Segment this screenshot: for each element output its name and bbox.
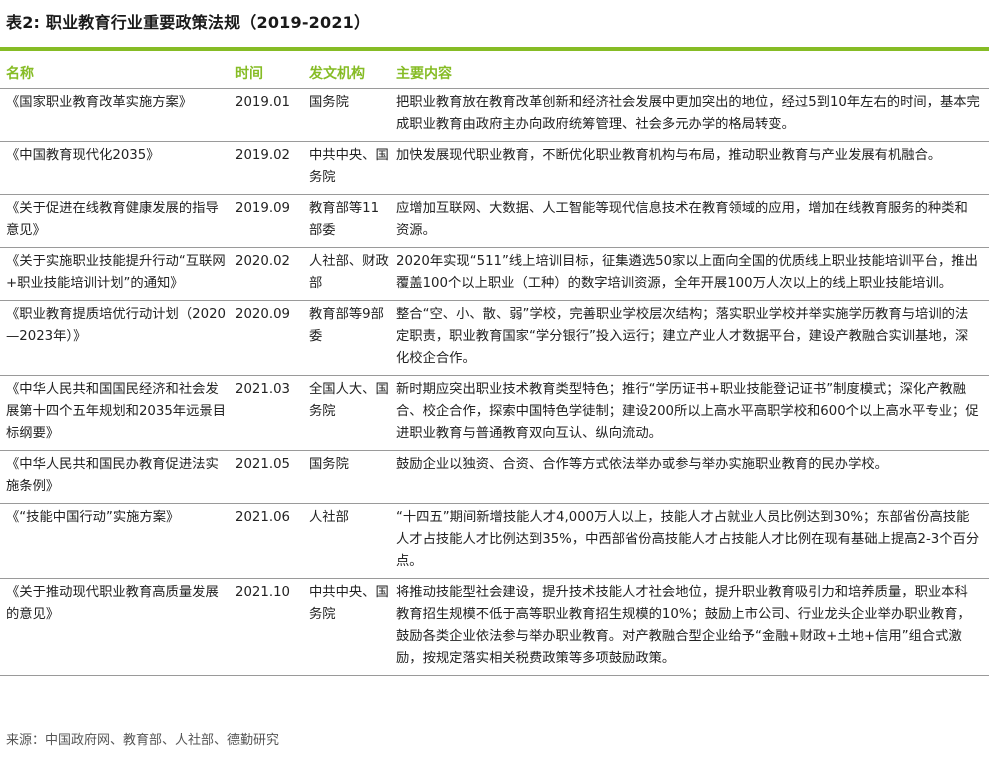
policy-time: 2021.10 [232, 578, 303, 676]
policy-content: 将推动技能型社会建设，提升技术技能人才社会地位，提升职业教育吸引力和培养质量，职… [390, 578, 989, 676]
table-row: 《中华人民共和国民办教育促进法实施条例》 2021.05 国务院 鼓励企业以独资… [0, 450, 989, 504]
policy-time: 2021.06 [232, 503, 303, 579]
policy-time: 2021.03 [232, 375, 303, 451]
table-row: 《国家职业教育改革实施方案》 2019.01 国务院 把职业教育放在教育改革创新… [0, 88, 989, 142]
policy-time: 2020.09 [232, 300, 303, 376]
table-title: 表2: 职业教育行业重要政策法规（2019-2021） [6, 13, 371, 32]
policy-content: 加快发展现代职业教育，不断优化职业教育机构与布局，推动职业教育与产业发展有机融合… [390, 141, 989, 195]
policy-agency: 教育部等11 部委 [303, 194, 390, 248]
policy-agency: 中共中央、国务院 [303, 578, 390, 676]
header-row: 名称 时间 发文机构 主要内容 [0, 58, 989, 89]
policy-agency: 国务院 [303, 450, 390, 504]
source-note: 来源：中国政府网、教育部、人社部、德勤研究 [6, 733, 280, 748]
table-row: 《中国教育现代化2035》 2019.02 中共中央、国务院 加快发展现代职业教… [0, 141, 989, 195]
policy-agency: 人社部 [303, 503, 390, 579]
accent-rule [0, 47, 989, 51]
policy-content: 整合“空、小、散、弱”学校，完善职业学校层次结构；落实职业学校并举实施学历教育与… [390, 300, 989, 376]
policy-time: 2020.02 [232, 247, 303, 301]
policy-agency: 全国人大、国务院 [303, 375, 390, 451]
policy-name: 《中华人民共和国国民经济和社会发展第十四个五年规划和2035年远景目标纲要》 [0, 375, 232, 451]
policy-name: 《关于促进在线教育健康发展的指导意见》 [0, 194, 232, 248]
policy-table-figure: 表2: 职业教育行业重要政策法规（2019-2021） 名称 时间 发文机构 主… [0, 0, 1000, 765]
policy-content: 鼓励企业以独资、合资、合作等方式依法举办或参与举办实施职业教育的民办学校。 [390, 450, 989, 504]
policy-time: 2021.05 [232, 450, 303, 504]
table-row: 《关于推动现代职业教育高质量发展的意见》 2021.10 中共中央、国务院 将推… [0, 578, 989, 676]
policy-content: 新时期应突出职业技术教育类型特色；推行“学历证书+职业技能登记证书”制度模式；深… [390, 375, 989, 451]
policy-time: 2019.02 [232, 141, 303, 195]
policy-content: “十四五”期间新增技能人才4,000万人以上，技能人才占就业人员比例达到30%；… [390, 503, 989, 579]
policy-agency: 中共中央、国务院 [303, 141, 390, 195]
policy-name: 《关于实施职业技能提升行动“互联网+职业技能培训计划”的通知》 [0, 247, 232, 301]
policy-name: 《关于推动现代职业教育高质量发展的意见》 [0, 578, 232, 676]
policy-content: 应增加互联网、大数据、人工智能等现代信息技术在教育领域的应用，增加在线教育服务的… [390, 194, 989, 248]
policy-content: 把职业教育放在教育改革创新和经济社会发展中更加突出的地位，经过5到10年左右的时… [390, 88, 989, 142]
policy-agency: 教育部等9部委 [303, 300, 390, 376]
table-row: 《关于实施职业技能提升行动“互联网+职业技能培训计划”的通知》 2020.02 … [0, 247, 989, 301]
policy-agency: 人社部、财政部 [303, 247, 390, 301]
policy-time: 2019.09 [232, 194, 303, 248]
table-row: 《关于促进在线教育健康发展的指导意见》 2019.09 教育部等11 部委 应增… [0, 194, 989, 248]
policy-time: 2019.01 [232, 88, 303, 142]
header-time: 时间 [232, 58, 303, 89]
policy-agency: 国务院 [303, 88, 390, 142]
header-name: 名称 [0, 58, 232, 89]
policy-content: 2020年实现“511”线上培训目标，征集遴选50家以上面向全国的优质线上职业技… [390, 247, 989, 301]
table-row: 《职业教育提质培优行动计划（2020—2023年）》 2020.09 教育部等9… [0, 300, 989, 376]
policy-name: 《“技能中国行动”实施方案》 [0, 503, 232, 579]
policy-name: 《国家职业教育改革实施方案》 [0, 88, 232, 142]
policy-name: 《中华人民共和国民办教育促进法实施条例》 [0, 450, 232, 504]
header-agency: 发文机构 [303, 58, 390, 89]
policy-name: 《职业教育提质培优行动计划（2020—2023年）》 [0, 300, 232, 376]
table-row: 《中华人民共和国国民经济和社会发展第十四个五年规划和2035年远景目标纲要》 2… [0, 375, 989, 451]
table-row: 《“技能中国行动”实施方案》 2021.06 人社部 “十四五”期间新增技能人才… [0, 503, 989, 579]
policy-table: 名称 时间 发文机构 主要内容 《国家职业教育改革实施方案》 2019.01 国… [0, 58, 989, 676]
policy-name: 《中国教育现代化2035》 [0, 141, 232, 195]
header-content: 主要内容 [390, 58, 989, 89]
